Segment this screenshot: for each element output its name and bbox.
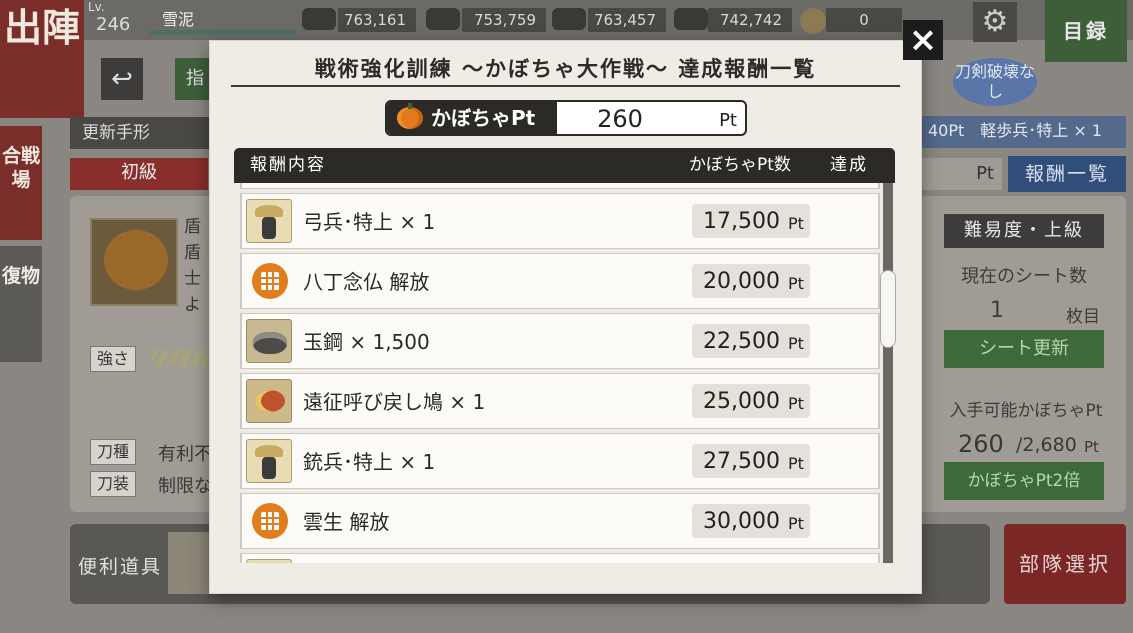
resource-charcoal: 763,161 bbox=[338, 8, 416, 32]
current-sheet-unit: 枚目 bbox=[1066, 307, 1100, 327]
sortie-tab[interactable]: 出陣 bbox=[0, 0, 84, 118]
unlock-grid-icon bbox=[252, 263, 288, 299]
list-item: 雲生 解放 30,000 Pt bbox=[240, 493, 880, 549]
double-pt-button[interactable]: かぼちゃPt2倍 bbox=[944, 462, 1104, 500]
pumpkin-pt-unit: Pt bbox=[719, 110, 737, 131]
list-item bbox=[240, 183, 880, 189]
pumpkin-icon bbox=[104, 230, 168, 290]
reward-list-button[interactable]: 報酬一覧 bbox=[1008, 156, 1126, 192]
return-pigeon-icon bbox=[246, 379, 292, 423]
reward-text: 八丁念仏 解放 bbox=[303, 270, 430, 294]
pumpkin-pt-display: かぼちゃPt 260 Pt bbox=[385, 100, 747, 136]
reward-text: 弓兵･特上 × 1 bbox=[303, 210, 436, 234]
exp-bar bbox=[150, 30, 295, 35]
header-pumpkin-points: かぼちゃPt数 bbox=[689, 155, 791, 175]
strength-label: 強さ bbox=[90, 346, 137, 372]
reward-preview: 40Pt 軽歩兵･特上 × 1 bbox=[922, 116, 1126, 148]
reward-text: 銃兵･特上 × 1 bbox=[303, 450, 436, 474]
unlock-grid-icon bbox=[252, 503, 288, 539]
reward-points-unit: Pt bbox=[788, 334, 804, 353]
charcoal-icon bbox=[302, 8, 336, 30]
list-item: 銃兵･特上 × 1 27,500 Pt bbox=[240, 433, 880, 489]
obtainable-pt-label: 入手可能かぼちゃPt bbox=[949, 401, 1103, 421]
obtainable-pt-total: /2,680 bbox=[1016, 434, 1077, 456]
strength-meter bbox=[152, 350, 208, 366]
beginner-tab[interactable]: 初級 bbox=[70, 158, 208, 190]
title-divider bbox=[231, 85, 900, 87]
resource-steel: 753,759 bbox=[462, 8, 546, 32]
steel-icon bbox=[426, 8, 460, 30]
no-break-badge: 刀剣破壊なし bbox=[953, 58, 1037, 106]
gunner-soldier-icon bbox=[246, 439, 292, 483]
list-item: 弓兵･特上 × 1 17,500 Pt bbox=[240, 193, 880, 249]
sword-type-label: 刀種 bbox=[90, 439, 137, 465]
tamahagane-steel-icon bbox=[246, 319, 292, 363]
current-sheet-label: 現在のシート数 bbox=[961, 266, 1087, 287]
reward-text: 雲生 解放 bbox=[303, 510, 390, 534]
coin-icon bbox=[800, 8, 826, 34]
reward-points-unit: Pt bbox=[788, 394, 804, 413]
pumpkin-icon bbox=[397, 103, 423, 129]
soldier-icon bbox=[246, 559, 292, 563]
equip-label: 刀装 bbox=[90, 471, 137, 497]
reward-points-unit: Pt bbox=[788, 274, 804, 293]
catalog-button[interactable]: 目録 bbox=[1045, 0, 1127, 62]
sword-type-text: 有利不 bbox=[158, 444, 212, 465]
pumpkin-pt-label: かぼちゃPt bbox=[387, 102, 557, 134]
back-arrow-icon[interactable]: ↩ bbox=[101, 58, 143, 100]
archer-soldier-icon bbox=[246, 199, 292, 243]
recovery-tab[interactable]: 復物 bbox=[0, 246, 42, 362]
coolant-icon bbox=[552, 8, 586, 30]
tools-label: 便利道具 bbox=[78, 556, 163, 578]
scrollbar-thumb[interactable] bbox=[880, 270, 896, 348]
reward-table-header: 報酬内容 かぼちゃPt数 達成 bbox=[234, 148, 895, 183]
player-name: 雪泥 bbox=[162, 10, 195, 29]
difficulty-badge: 難易度・上級 bbox=[944, 214, 1104, 248]
pumpkin-pt-value: 260 bbox=[597, 105, 643, 133]
reward-points-unit: Pt bbox=[788, 454, 804, 473]
equip-text: 制限な bbox=[158, 476, 212, 497]
enemy-description: 盾 盾 士 よ bbox=[184, 217, 201, 315]
close-icon[interactable]: × bbox=[903, 20, 943, 60]
reward-points-unit: Pt bbox=[788, 214, 804, 233]
party-select-button[interactable]: 部隊選択 bbox=[1004, 524, 1126, 604]
header-reward-content: 報酬内容 bbox=[250, 155, 326, 175]
reward-list[interactable]: 弓兵･特上 × 1 17,500 Pt 八丁念仏 解放 20,000 Pt 玉鋼… bbox=[240, 183, 882, 563]
obtainable-pt-value: 260 bbox=[958, 430, 1004, 458]
list-item: 玉鋼 × 1,500 22,500 Pt bbox=[240, 313, 880, 369]
level-label: Lv. bbox=[88, 0, 105, 14]
list-item bbox=[240, 553, 880, 563]
list-item: 八丁念仏 解放 20,000 Pt bbox=[240, 253, 880, 309]
tool-slot[interactable] bbox=[168, 532, 210, 594]
scrollbar-track[interactable] bbox=[883, 183, 893, 563]
reward-text: 遠征呼び戻し鳩 × 1 bbox=[303, 390, 486, 414]
sheet-update-button[interactable]: シート更新 bbox=[944, 330, 1104, 368]
update-ticket-label: 更新手形 bbox=[70, 117, 210, 149]
header-achieved: 達成 bbox=[830, 155, 868, 175]
reward-points-unit: Pt bbox=[788, 514, 804, 533]
pin-button[interactable]: 指 bbox=[175, 58, 215, 100]
resource-coolant: 763,457 bbox=[588, 8, 666, 32]
level-box: Lv. 246 bbox=[84, 0, 148, 40]
obtainable-pt-unit: Pt bbox=[1084, 438, 1099, 456]
list-item: 遠征呼び戻し鳩 × 1 25,000 Pt bbox=[240, 373, 880, 429]
resource-whetstone: 742,742 bbox=[708, 8, 792, 32]
pt-suffix: Pt bbox=[922, 158, 1002, 190]
settings-gear-icon[interactable]: ⚙ bbox=[973, 2, 1017, 42]
reward-text: 玉鋼 × 1,500 bbox=[303, 330, 430, 354]
modal-title: 戦術強化訓練 〜かぼちゃ大作戦〜 達成報酬一覧 bbox=[314, 56, 817, 81]
level-value: 246 bbox=[96, 14, 131, 35]
combat-field-tab[interactable]: 合戦場 bbox=[0, 126, 42, 240]
whetstone-icon bbox=[674, 8, 708, 30]
coin-count: 0 bbox=[826, 8, 902, 32]
current-sheet-value: 1 bbox=[990, 298, 1004, 323]
